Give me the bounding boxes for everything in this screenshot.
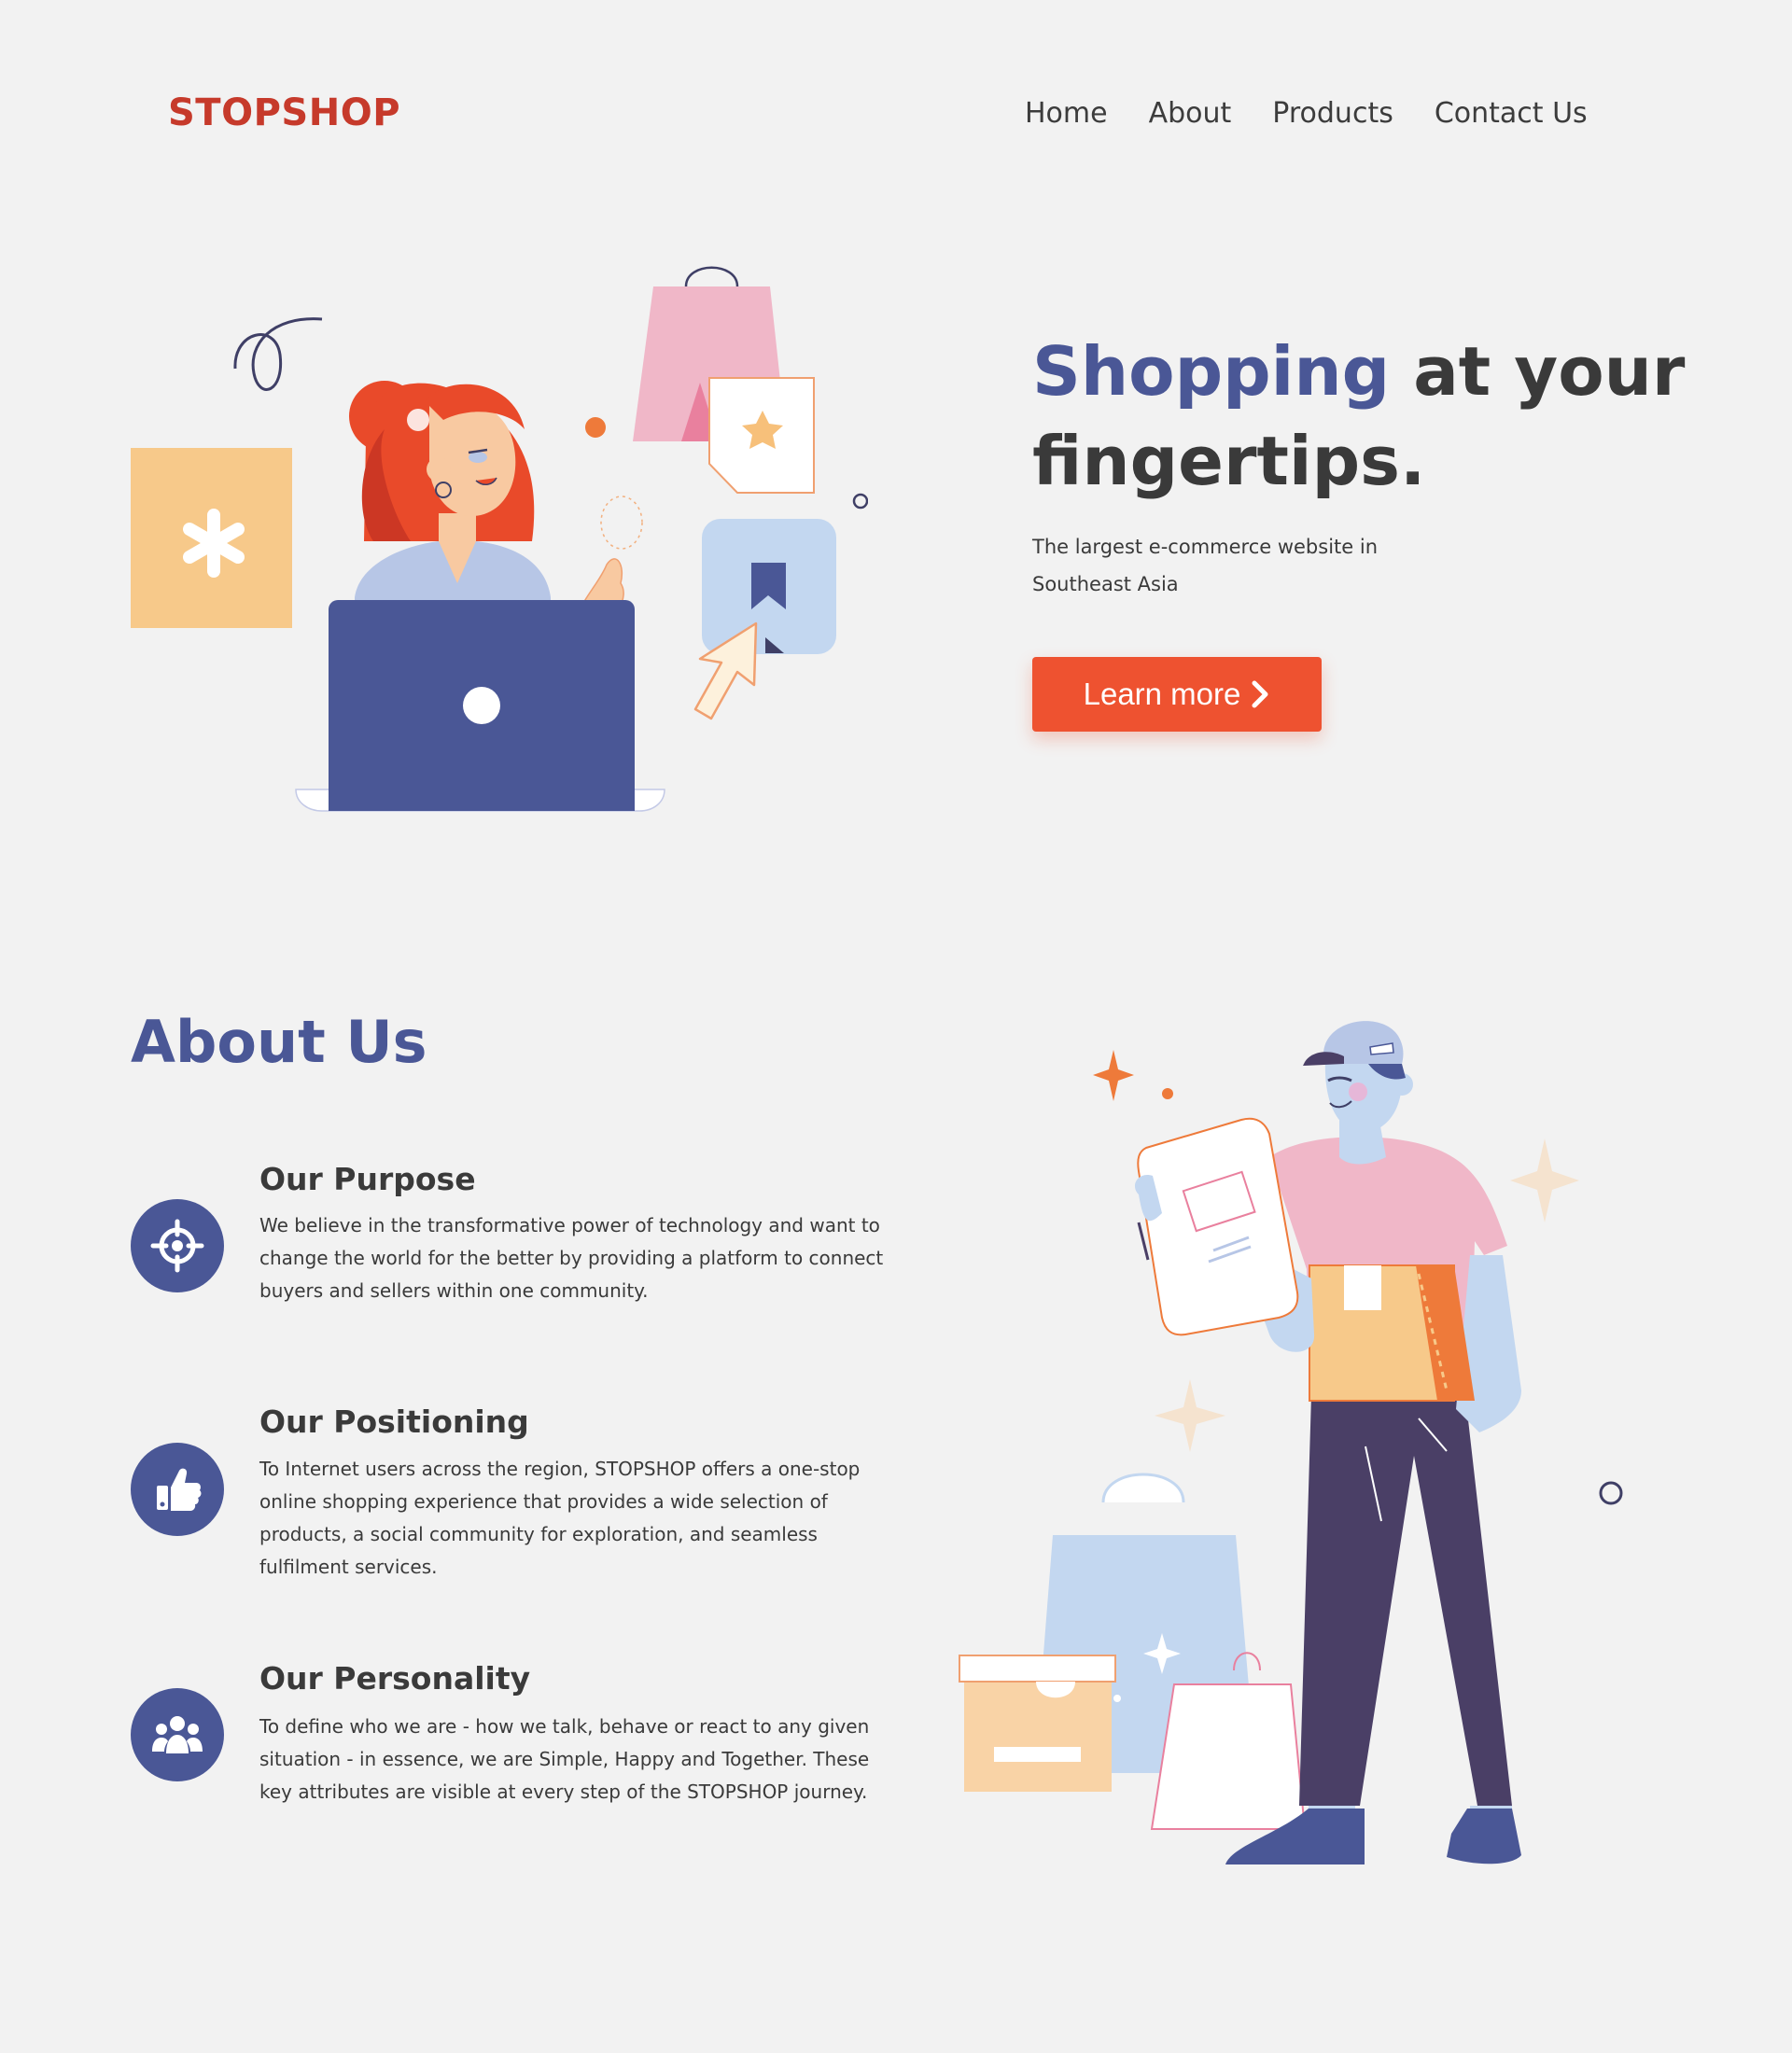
positioning-text: To Internet users across the region, STO… bbox=[259, 1458, 861, 1578]
hero-illustration bbox=[131, 266, 868, 812]
people-group-icon bbox=[152, 1716, 203, 1753]
hero-subtitle: The largest e-commerce website in Southe… bbox=[1032, 536, 1379, 595]
pants bbox=[1299, 1395, 1512, 1806]
personality-title: Our Personality bbox=[259, 1660, 531, 1697]
chevron-right-icon bbox=[1252, 680, 1268, 708]
hero-title: Shopping at your fingertips. bbox=[1032, 327, 1686, 506]
personality-icon-badge bbox=[131, 1688, 224, 1781]
nav-about-link[interactable]: About bbox=[1149, 97, 1232, 130]
brand-logo[interactable]: STOPSHOP bbox=[168, 91, 400, 134]
nav-contact-link[interactable]: Contact Us bbox=[1435, 97, 1588, 130]
hero-title-line2: fingertips. bbox=[1032, 422, 1426, 500]
laptop-logo bbox=[463, 687, 500, 724]
purpose-text: We believe in the transformative power o… bbox=[259, 1214, 884, 1302]
target-icon bbox=[150, 1219, 204, 1273]
thumbs-up-icon bbox=[157, 1468, 202, 1511]
sparkle-beige-right bbox=[1510, 1138, 1579, 1222]
shoe-right bbox=[1447, 1809, 1521, 1864]
nav-home-link[interactable]: Home bbox=[1025, 97, 1108, 130]
cardboard-box bbox=[964, 1680, 1112, 1792]
learn-more-button[interactable]: Learn more bbox=[1032, 657, 1322, 732]
nav-products-link[interactable]: Products bbox=[1272, 97, 1393, 130]
hero-title-accent: Shopping bbox=[1032, 332, 1391, 411]
hero-title-rest: at your bbox=[1390, 332, 1686, 411]
tablet bbox=[1137, 1117, 1299, 1336]
purpose-icon-badge bbox=[131, 1199, 224, 1292]
bag-handle bbox=[684, 266, 739, 287]
squiggle-decoration bbox=[233, 317, 323, 391]
positioning-title: Our Positioning bbox=[259, 1404, 529, 1440]
sparkle-orange bbox=[1093, 1050, 1134, 1101]
personality-text: To define who we are - how we talk, beha… bbox=[259, 1715, 870, 1803]
sparkle-beige-left bbox=[1155, 1379, 1225, 1452]
main-nav: Home About Products Contact Us bbox=[1025, 97, 1588, 130]
delivery-illustration bbox=[959, 1021, 1623, 1864]
positioning-icon-badge bbox=[131, 1443, 224, 1536]
about-title: About Us bbox=[131, 1008, 427, 1076]
white-bag bbox=[1150, 1683, 1307, 1830]
purpose-title: Our Purpose bbox=[259, 1161, 476, 1197]
learn-more-label: Learn more bbox=[1083, 677, 1241, 711]
